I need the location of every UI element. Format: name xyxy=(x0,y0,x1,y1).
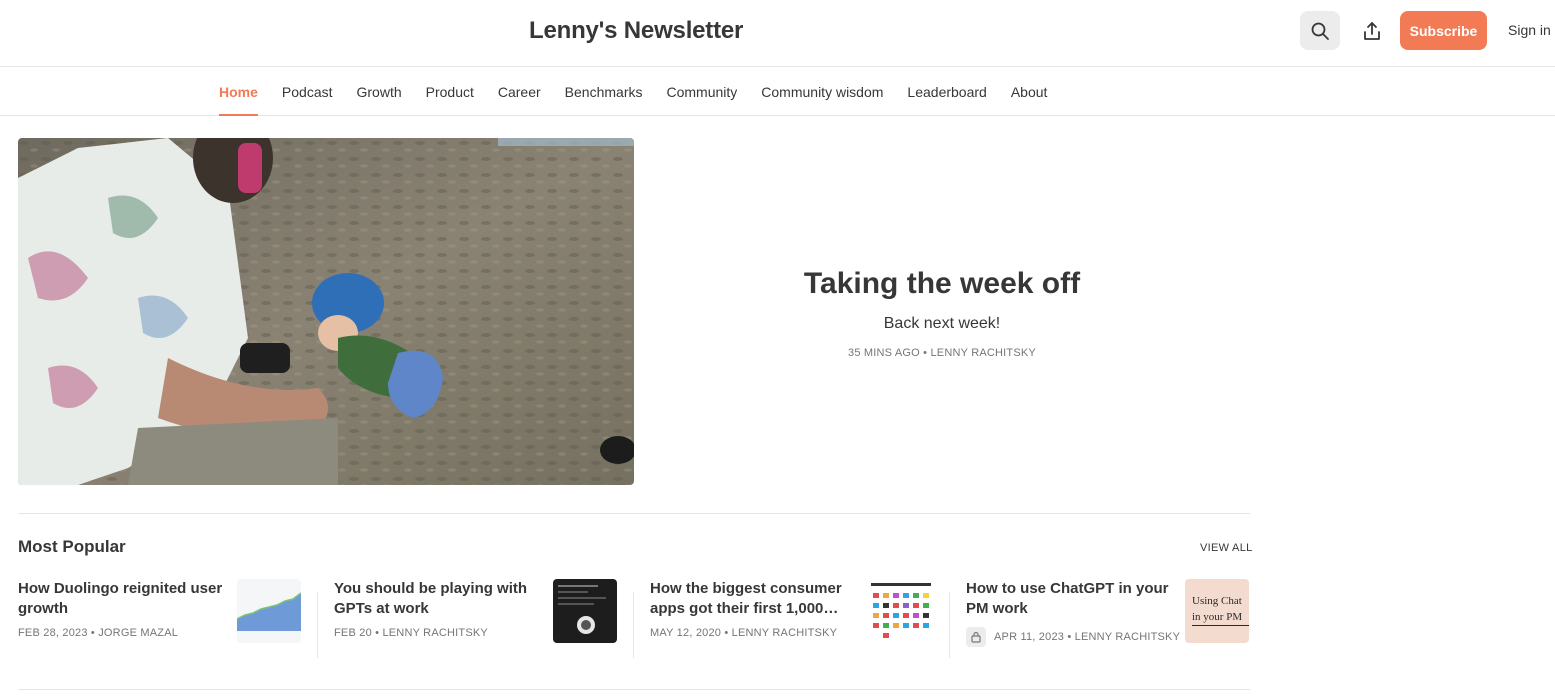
hero-post-meta: 35 MINS AGO • LENNY RACHITSKY xyxy=(848,346,1036,359)
dark-screenshot-thumbnail-image[interactable] xyxy=(553,579,617,643)
share-icon xyxy=(1364,21,1380,40)
site-title[interactable]: Lenny's Newsletter xyxy=(529,17,743,45)
section-divider xyxy=(18,513,1250,514)
popular-post-title[interactable]: How the biggest consumer apps got their … xyxy=(650,579,860,619)
popular-post-meta: APR 11, 2023 • LENNY RACHITSKY xyxy=(994,631,1181,643)
popular-post-meta: FEB 28, 2023 • JORGE MAZAL xyxy=(18,627,179,639)
popular-post-title[interactable]: How to use ChatGPT in your PM work xyxy=(966,579,1176,619)
popular-post-card[interactable]: How to use ChatGPT in your PM work APR 1… xyxy=(966,579,1266,659)
popular-post-card[interactable]: How Duolingo reignited user growth FEB 2… xyxy=(18,579,318,659)
top-header: Lenny's Newsletter Subscribe Sign in xyxy=(0,0,1555,67)
popular-post-card[interactable]: How the biggest consumer apps got their … xyxy=(650,579,950,659)
hero-post-text: Taking the week off Back next week! 35 M… xyxy=(634,138,1250,485)
nav-item-leaderboard[interactable]: Leaderboard xyxy=(907,67,986,116)
thumbnail-text-line-2: in your PM xyxy=(1192,611,1243,623)
screenshot-thumbnail-icon xyxy=(553,579,617,643)
thumbnail-text-line-1: Using Chat xyxy=(1192,595,1242,607)
nav-item-home[interactable]: Home xyxy=(219,67,258,116)
popular-post-title[interactable]: How Duolingo reignited user growth xyxy=(18,579,228,619)
paid-lock-icon xyxy=(966,627,986,647)
popular-post-meta: FEB 20 • LENNY RACHITSKY xyxy=(334,627,488,639)
search-icon xyxy=(1311,22,1329,40)
popular-post-card[interactable]: You should be playing with GPTs at work … xyxy=(334,579,634,659)
logos-grid-thumbnail-icon xyxy=(869,579,933,643)
popular-post-meta-row: APR 11, 2023 • LENNY RACHITSKY xyxy=(966,627,1180,647)
nav-item-growth[interactable]: Growth xyxy=(357,67,402,116)
nav-item-product[interactable]: Product xyxy=(426,67,474,116)
logos-grid-thumbnail-image[interactable] xyxy=(869,579,933,643)
share-button[interactable] xyxy=(1356,11,1388,50)
card-separator xyxy=(317,592,318,658)
most-popular-heading: Most Popular xyxy=(18,537,126,556)
thumbnail-rule xyxy=(1192,625,1249,626)
nav-item-community-wisdom[interactable]: Community wisdom xyxy=(761,67,883,116)
card-separator xyxy=(633,592,634,658)
view-all-link[interactable]: VIEW ALL xyxy=(1200,542,1253,554)
hero-post-image[interactable] xyxy=(18,138,634,485)
section-nav: Home Podcast Growth Product Career Bench… xyxy=(0,67,1555,116)
popular-post-meta: MAY 12, 2020 • LENNY RACHITSKY xyxy=(650,627,838,639)
beach-photo-image xyxy=(18,138,634,485)
nav-item-career[interactable]: Career xyxy=(498,67,541,116)
nav-item-community[interactable]: Community xyxy=(666,67,737,116)
card-separator xyxy=(949,592,950,658)
nav-item-podcast[interactable]: Podcast xyxy=(282,67,333,116)
search-button[interactable] xyxy=(1300,11,1340,50)
nav-item-about[interactable]: About xyxy=(1011,67,1048,116)
subscribe-button[interactable]: Subscribe xyxy=(1400,11,1487,50)
nav-item-benchmarks[interactable]: Benchmarks xyxy=(565,67,643,116)
title-card-thumbnail-image[interactable]: Using Chat in your PM xyxy=(1185,579,1249,643)
chart-thumbnail-icon xyxy=(237,579,301,643)
popular-post-title[interactable]: You should be playing with GPTs at work xyxy=(334,579,544,619)
section-divider xyxy=(18,689,1250,690)
chart-thumbnail-image[interactable] xyxy=(237,579,301,643)
hero-post-title[interactable]: Taking the week off xyxy=(804,267,1080,301)
sign-in-link[interactable]: Sign in xyxy=(1508,22,1551,38)
nav-list: Home Podcast Growth Product Career Bench… xyxy=(219,67,1047,116)
hero-post-subtitle: Back next week! xyxy=(883,314,1001,332)
